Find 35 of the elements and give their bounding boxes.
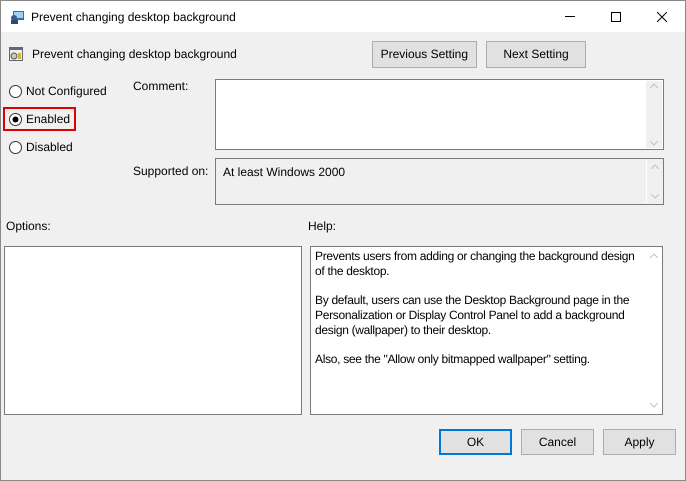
scroll-down-icon [650,141,658,146]
dialog-button[interactable]: OK [439,429,512,455]
scroll-up-icon [650,253,658,258]
radio-icon [9,84,22,98]
close-icon [657,12,667,22]
policy-icon [8,46,24,62]
radio-icon [9,140,22,154]
help-label: Help: [308,218,336,233]
radio-option[interactable]: Not Configured [4,79,129,103]
dialog-button[interactable]: Cancel [521,429,594,455]
scrollbar[interactable] [646,160,662,203]
comment-label: Comment: [132,79,190,95]
options-label: Options: [5,218,52,233]
scroll-up-icon [650,83,658,88]
dialog-button[interactable]: Apply [603,429,676,455]
scrollbar[interactable] [646,81,662,148]
supported-on-value: At least Windows 2000 [222,164,346,181]
app-icon [9,8,25,24]
maximize-icon [611,12,621,22]
minimize-icon [565,16,575,17]
window-title: Prevent changing desktop background [31,8,236,26]
scroll-down-icon [650,403,658,408]
radio-icon [9,112,22,126]
supported-on-label: Supported on: [132,163,210,180]
radio-option[interactable]: Enabled [3,107,76,131]
previous-setting-button[interactable]: Previous Setting [372,40,477,68]
scroll-down-icon [650,194,658,199]
radio-option[interactable]: Disabled [4,135,129,159]
comment-field[interactable] [215,79,664,150]
policy-title: Prevent changing desktop background [32,46,237,63]
help-text: Prevents users from adding or changing the background design of the desktop. [315,249,636,279]
help-text: Also, see the "Allow only bitmapped wallpaper" setting. [315,352,591,367]
scroll-up-icon [650,164,658,169]
next-setting-button[interactable]: Next Setting [486,40,586,68]
help-text: By default, users can use the Desktop Background page in the Personalization or Display Control Panel to add a background design (wallpaper) to their desktop. [315,293,630,338]
